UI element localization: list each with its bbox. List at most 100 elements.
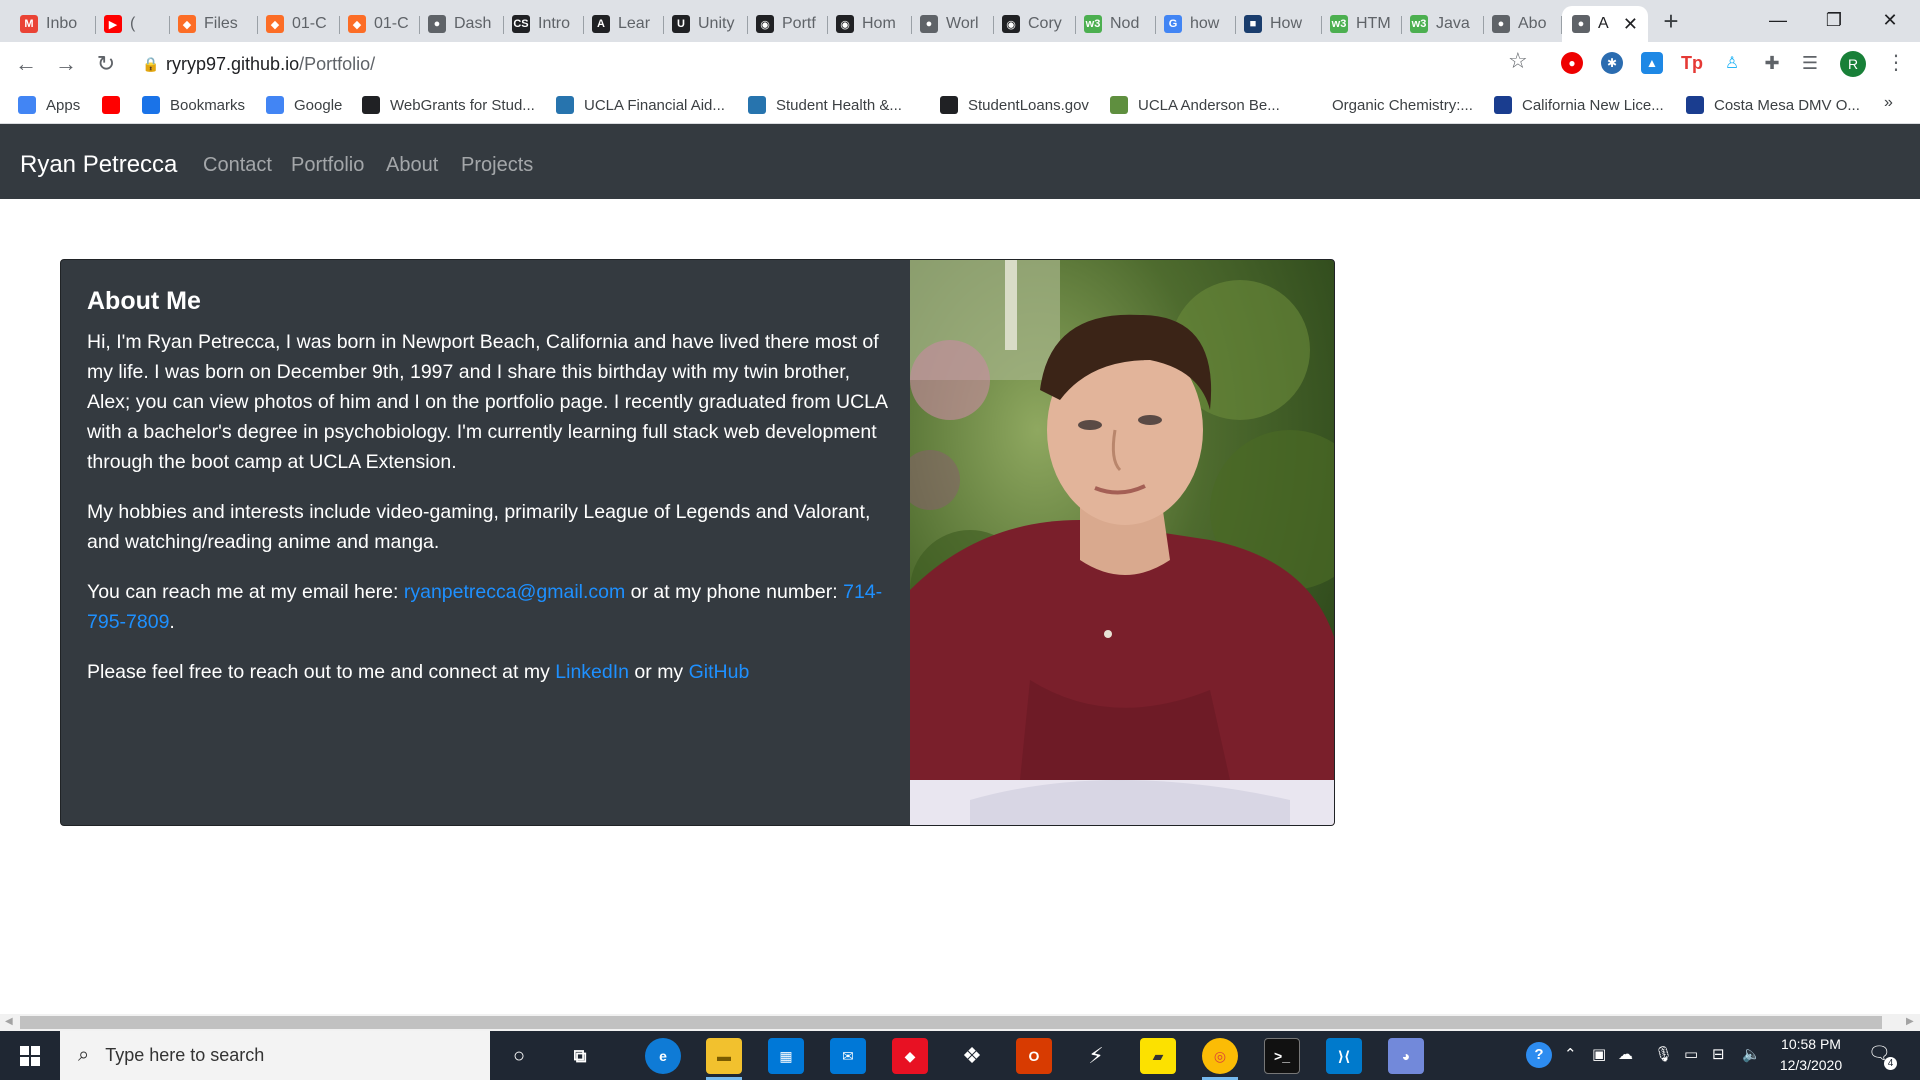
nav-link-contact[interactable]: Contact (203, 154, 272, 177)
bookmark-item[interactable]: Apps (18, 94, 80, 116)
nav-link-projects[interactable]: Projects (461, 154, 533, 177)
nav-link-about[interactable]: About (386, 154, 438, 177)
taskbar-search-box[interactable]: ⌕ Type here to search (60, 1031, 490, 1080)
network-icon[interactable]: ⊟ (1712, 1045, 1725, 1063)
bookmark-item[interactable]: UCLA Financial Aid... (556, 94, 725, 116)
horizontal-scrollbar[interactable]: ◀ ▶ (0, 1014, 1920, 1031)
forward-icon[interactable]: → (50, 48, 82, 80)
fsa-icon (940, 96, 958, 114)
meet-now-icon[interactable]: ▣ (1592, 1045, 1606, 1063)
browser-tab[interactable]: w3 Java (1402, 6, 1484, 42)
onedrive-icon[interactable]: ☁ (1618, 1045, 1633, 1063)
back-icon[interactable]: ← (10, 48, 42, 80)
close-window-icon[interactable]: ✕ (1860, 0, 1920, 40)
vscode-icon[interactable]: ⟩⟨ (1326, 1038, 1362, 1074)
browser-tab[interactable]: ◆ 01-C (258, 6, 340, 42)
browser-tab[interactable]: ● Worl (912, 6, 994, 42)
battery-icon[interactable]: ▭ (1684, 1045, 1698, 1063)
bookmarks-overflow-icon[interactable]: » (1884, 94, 1893, 112)
bookmark-item[interactable]: Student Health &... (748, 94, 902, 116)
bookmark-item[interactable]: UCLA Anderson Be... (1110, 94, 1280, 116)
bookmark-item[interactable]: Google (266, 94, 342, 116)
browser-tab[interactable]: ■ How (1236, 6, 1322, 42)
github-link[interactable]: GitHub (689, 661, 750, 683)
chrome-menu-icon[interactable]: ⋮ (1886, 50, 1906, 75)
show-hidden-icons-chevron-icon[interactable]: ⌃ (1564, 1045, 1577, 1063)
extensions-puzzle-icon[interactable]: ✚ (1761, 52, 1783, 74)
browser-tab[interactable]: ◆ Files (170, 6, 258, 42)
tab-label: Unity (698, 15, 735, 32)
browser-tab[interactable]: ● Abo (1484, 6, 1562, 42)
chrome-icon[interactable]: ◎ (1202, 1038, 1238, 1074)
edge-icon[interactable]: e (645, 1038, 681, 1074)
adblock-extension-icon[interactable]: ● (1561, 52, 1583, 74)
bookmark-item[interactable]: Costa Mesa DMV O... (1686, 94, 1860, 116)
profile-avatar[interactable]: R (1840, 51, 1866, 77)
office-icon[interactable]: O (1016, 1038, 1052, 1074)
browser-tab[interactable]: ▶( (96, 6, 170, 42)
browser-tab[interactable]: ● Dash (420, 6, 504, 42)
system-clock[interactable]: 10:58 PM 12/3/2020 (1766, 1034, 1856, 1076)
close-tab-icon[interactable]: ✕ (1623, 14, 1638, 35)
restore-icon[interactable]: ❐ (1804, 0, 1864, 40)
browser-tab[interactable]: ◉ Hom (828, 6, 912, 42)
dropbox-icon[interactable]: ❖ (954, 1038, 990, 1074)
browser-tab[interactable]: Ghow (1156, 6, 1236, 42)
app-red-diamond-icon[interactable]: ◆ (892, 1038, 928, 1074)
bookmark-label: Apps (46, 96, 81, 114)
url-host: ryryp97.github.io (166, 53, 300, 74)
reload-icon[interactable]: ↻ (90, 48, 122, 80)
linkedin-link[interactable]: LinkedIn (555, 661, 629, 683)
cortana-icon[interactable]: ○ (501, 1038, 537, 1074)
windows-start-icon[interactable] (0, 1031, 60, 1080)
mail-icon[interactable]: ✉ (830, 1038, 866, 1074)
extension-gear-icon[interactable]: ✱ (1601, 52, 1623, 74)
email-link[interactable]: ryanpetrecca@gmail.com (404, 581, 625, 603)
site-brand[interactable]: Ryan Petrecca (20, 151, 177, 179)
bookmark-item[interactable]: Bookmarks (142, 94, 245, 116)
task-view-icon[interactable]: ⧉ (562, 1038, 598, 1074)
microsoft-store-icon[interactable]: ▦ (768, 1038, 804, 1074)
connect-text-mid: or my (629, 661, 689, 683)
minimize-icon[interactable]: — (1748, 0, 1808, 40)
browser-tab[interactable]: ◆ 01-C (340, 6, 420, 42)
scrollbar-thumb[interactable] (20, 1016, 1882, 1029)
browser-tab[interactable]: ● A ✕ (1562, 6, 1648, 42)
browser-tab[interactable]: M Inbo (12, 6, 96, 42)
browser-tab[interactable]: A Lear (584, 6, 664, 42)
nav-link-portfolio[interactable]: Portfolio (291, 154, 364, 177)
bookmark-item[interactable]: StudentLoans.gov (940, 94, 1089, 116)
microphone-icon[interactable]: 🎙 (1654, 1045, 1673, 1063)
sticky-notes-icon[interactable]: ▰ (1140, 1038, 1176, 1074)
google-icon (266, 96, 284, 114)
bookmark-star-icon[interactable]: ☆ (1508, 48, 1528, 74)
browser-tab[interactable]: ◉ Cory (994, 6, 1076, 42)
bookmark-item[interactable]: California New Lice... (1494, 94, 1664, 116)
browser-tab[interactable]: ◉ Portf (748, 6, 828, 42)
bookmark-item[interactable]: WebGrants for Stud... (362, 94, 535, 116)
bookmark-item[interactable]: Organic Chemistry:... (1332, 94, 1473, 116)
browser-tab[interactable]: U Unity (664, 6, 748, 42)
discord-icon[interactable]: ◕ (1388, 1038, 1424, 1074)
browser-tab[interactable]: w3 Nod (1076, 6, 1156, 42)
tp-extension-icon[interactable]: Tp (1681, 52, 1703, 74)
clock-date: 12/3/2020 (1779, 1057, 1843, 1073)
volume-icon[interactable]: 🔈 (1742, 1045, 1761, 1063)
windows-taskbar: ⌕ Type here to search ○ ⧉ e ▬ ▦ ✉ ◆ ❖ O … (0, 1031, 1920, 1080)
new-tab-button[interactable]: + (1656, 6, 1686, 36)
scroll-left-icon[interactable]: ◀ (5, 1016, 13, 1027)
scroll-right-icon[interactable]: ▶ (1906, 1016, 1914, 1027)
media-control-icon[interactable]: ☰ (1799, 52, 1821, 74)
address-bar[interactable]: 🔒 ryryp97.github.io/Portfolio/ (136, 48, 1516, 80)
terminal-icon[interactable]: >_ (1264, 1038, 1300, 1074)
browser-tab[interactable]: w3 HTM (1322, 6, 1402, 42)
help-icon[interactable]: ? (1526, 1042, 1552, 1068)
apps-grid-icon (18, 96, 36, 114)
honey-extension-icon[interactable]: ♙ (1721, 52, 1743, 74)
browser-tab[interactable]: CS Intro (504, 6, 584, 42)
app-bolt-icon[interactable]: ⚡ (1078, 1038, 1114, 1074)
bookmark-label: StudentLoans.gov (968, 96, 1089, 114)
extension-app-icon[interactable]: ▲ (1641, 52, 1663, 74)
bookmark-item[interactable] (102, 94, 130, 116)
file-explorer-icon[interactable]: ▬ (706, 1038, 742, 1074)
